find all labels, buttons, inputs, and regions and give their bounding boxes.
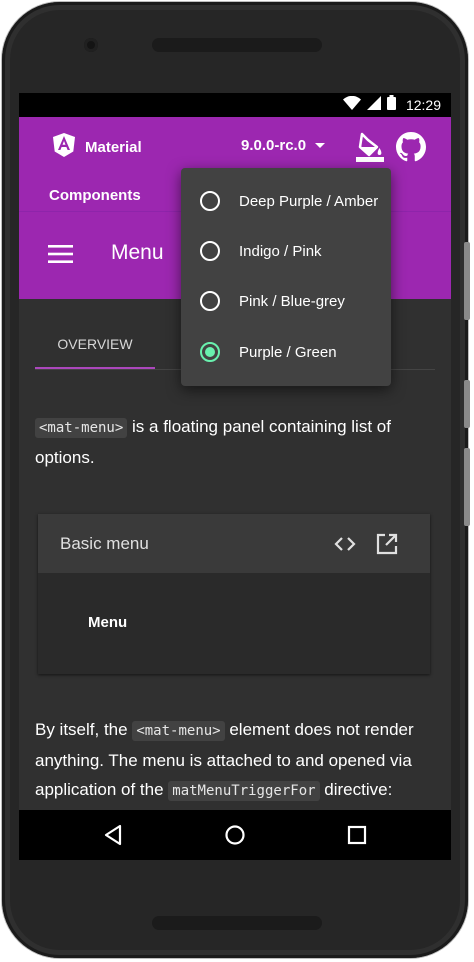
top-speaker [152,38,322,52]
theme-option-label: Purple / Green [239,343,337,361]
example-header: Basic menu [38,514,430,573]
open-in-new-icon[interactable] [375,532,399,556]
volume-down-button[interactable] [464,448,470,526]
angular-logo-icon [53,132,75,162]
theme-option-indigo-pink[interactable]: Indigo / Pink [181,226,391,276]
para-text: By itself, the [35,720,133,739]
status-bar: 12:29 [19,93,451,117]
android-nav-bar [19,810,451,860]
example-title: Basic menu [60,534,149,553]
theme-option-label: Pink / Blue-grey [239,292,345,310]
bottom-speaker [152,916,322,930]
nav-components-link[interactable]: Components [49,187,141,204]
back-triangle-icon[interactable] [103,824,125,846]
description-paragraph: By itself, the <mat-menu> element does n… [35,715,427,806]
tab-overview[interactable]: OVERVIEW [35,319,155,369]
theme-option-purple-green[interactable]: Purple / Green [181,327,391,377]
example-card: Basic menu Menu [38,514,430,674]
power-button[interactable] [464,242,470,320]
theme-option-deep-purple-amber[interactable]: Deep Purple / Amber [181,176,391,226]
front-camera [84,38,98,52]
inline-code: matMenuTriggerFor [168,781,320,801]
screen: 12:29 Material 9.0.0-rc.0 Components Men… [19,93,451,860]
theme-option-pink-blue-grey[interactable]: Pink / Blue-grey [181,276,391,326]
wifi-icon [342,95,361,115]
status-time: 12:29 [405,97,441,113]
hamburger-icon[interactable] [48,244,74,264]
recents-square-icon[interactable] [346,824,368,846]
intro-text-2: options. [35,448,95,467]
chevron-down-icon [314,137,326,154]
para-text: directive: [319,780,393,799]
volume-up-button[interactable] [464,380,470,428]
brand-link[interactable]: Material [53,132,142,162]
version-label: 9.0.0-rc.0 [241,137,307,154]
theme-option-label: Indigo / Pink [239,242,322,260]
brand-name: Material [85,138,142,156]
inline-code: <mat-menu> [35,418,128,438]
menu-trigger-button[interactable]: Menu [88,614,127,631]
github-icon[interactable] [396,132,426,162]
radio-icon [200,291,220,311]
intro-text: is a floating panel containing list of [127,417,391,436]
radio-checked-icon [200,342,220,362]
inline-code: <mat-menu> [132,721,225,741]
code-icon[interactable] [333,532,357,556]
intro-paragraph: <mat-menu> is a floating panel containin… [35,412,425,473]
status-icons: 12:29 [342,95,441,115]
format-color-fill-icon[interactable] [355,132,385,162]
theme-option-label: Deep Purple / Amber [239,192,379,210]
radio-icon [200,241,220,261]
page-title: Menu [111,241,164,264]
theme-picker-menu: Deep Purple / Amber Indigo / Pink Pink /… [181,168,391,386]
home-circle-icon[interactable] [224,824,246,846]
version-selector[interactable]: 9.0.0-rc.0 [241,137,326,154]
battery-icon [386,95,396,115]
radio-icon [200,191,220,211]
cell-signal-icon [366,95,381,115]
